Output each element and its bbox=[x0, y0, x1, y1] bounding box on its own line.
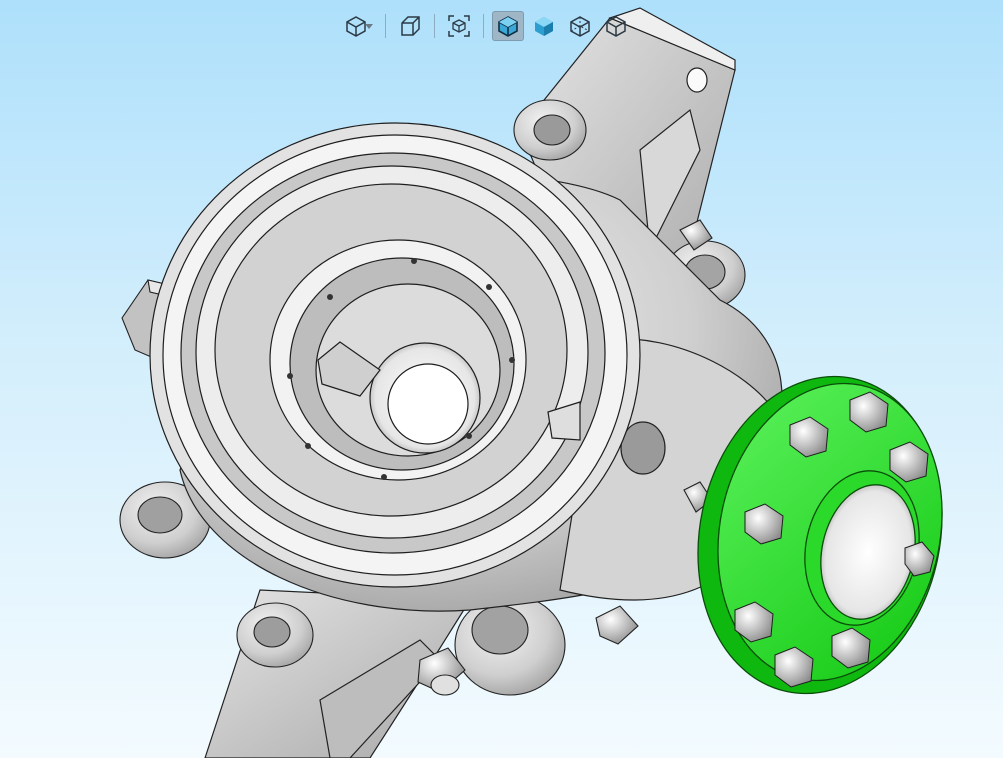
hidden-lines-visible-icon bbox=[570, 16, 590, 37]
shaded-icon bbox=[535, 17, 553, 36]
previous-view-icon bbox=[401, 16, 420, 36]
view-orientation-icon bbox=[346, 16, 366, 37]
main-flange-face bbox=[149, 122, 641, 588]
chevron-down-icon bbox=[365, 24, 373, 29]
zoom-to-fit-icon bbox=[448, 15, 470, 37]
view-orientation-button[interactable] bbox=[335, 11, 377, 41]
hidden-lines-removed-icon bbox=[606, 16, 626, 37]
previous-view-button[interactable] bbox=[394, 11, 426, 41]
shaded-button[interactable] bbox=[528, 11, 560, 41]
hidden-lines-visible-button[interactable] bbox=[564, 11, 596, 41]
shaded-with-edges-icon bbox=[498, 16, 518, 37]
toolbar-separator bbox=[434, 14, 435, 38]
hidden-lines-removed-button[interactable] bbox=[600, 11, 632, 41]
heads-up-view-toolbar bbox=[333, 9, 634, 43]
zoom-to-fit-button[interactable] bbox=[443, 11, 475, 41]
toolbar-separator bbox=[385, 14, 386, 38]
pump-housing-model[interactable] bbox=[0, 0, 1003, 758]
shaded-with-edges-button[interactable] bbox=[492, 11, 524, 41]
model-viewport[interactable] bbox=[0, 0, 1003, 758]
toolbar-separator bbox=[483, 14, 484, 38]
